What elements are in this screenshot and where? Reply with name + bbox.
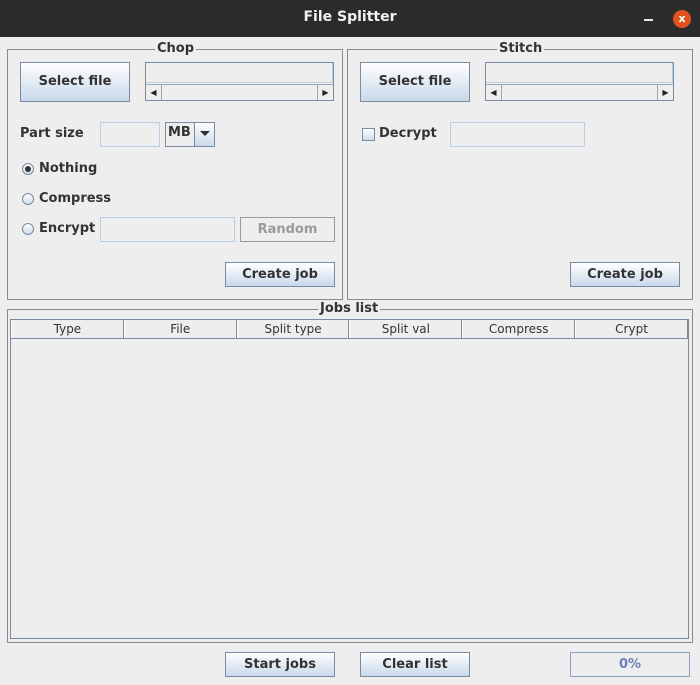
unit-select-value: MB: [168, 125, 191, 140]
progress-bar: 0%: [570, 652, 690, 677]
minimize-icon[interactable]: [644, 19, 653, 21]
chop-file-path-field[interactable]: ◀ ▶: [145, 62, 334, 101]
stitch-file-path-text[interactable]: [486, 63, 673, 83]
column-header-type[interactable]: Type: [11, 320, 124, 338]
stitch-select-file-button[interactable]: Select file: [360, 62, 470, 102]
column-header-split-type[interactable]: Split type: [236, 320, 350, 338]
radio-compress-label[interactable]: Compress: [39, 191, 111, 206]
window-title: File Splitter: [303, 9, 397, 25]
jobs-table-header: Type File Split type Split val Compress …: [11, 320, 688, 339]
part-size-input[interactable]: [100, 122, 160, 147]
chop-file-path-text[interactable]: [146, 63, 333, 83]
stitch-file-scrollbar[interactable]: ◀ ▶: [486, 84, 673, 100]
radio-compress[interactable]: [22, 193, 34, 205]
close-icon[interactable]: x: [673, 10, 691, 28]
chop-file-scrollbar[interactable]: ◀ ▶: [146, 84, 333, 100]
start-jobs-button[interactable]: Start jobs: [225, 652, 335, 677]
unit-select[interactable]: MB: [165, 122, 215, 147]
stitch-create-job-button[interactable]: Create job: [570, 262, 680, 287]
chevron-down-icon[interactable]: [194, 123, 214, 146]
encrypt-key-input[interactable]: [100, 217, 235, 242]
column-header-file[interactable]: File: [123, 320, 237, 338]
column-header-compress[interactable]: Compress: [462, 320, 576, 338]
radio-encrypt[interactable]: [22, 223, 34, 235]
jobs-table[interactable]: Type File Split type Split val Compress …: [10, 319, 689, 639]
chop-legend: Chop: [155, 41, 197, 57]
decrypt-key-input[interactable]: [450, 122, 585, 147]
chop-create-job-button[interactable]: Create job: [225, 262, 335, 287]
jobs-legend: Jobs list: [318, 301, 381, 317]
stitch-file-path-field[interactable]: ◀ ▶: [485, 62, 674, 101]
column-header-split-val[interactable]: Split val: [349, 320, 463, 338]
scroll-left-icon[interactable]: ◀: [486, 85, 502, 100]
radio-encrypt-label[interactable]: Encrypt: [39, 221, 95, 236]
stitch-legend: Stitch: [497, 41, 545, 57]
scroll-right-icon[interactable]: ▶: [317, 85, 333, 100]
scroll-right-icon[interactable]: ▶: [657, 85, 673, 100]
title-bar: File Splitter x: [0, 0, 700, 37]
decrypt-checkbox[interactable]: [362, 128, 375, 141]
radio-nothing-label[interactable]: Nothing: [39, 161, 97, 176]
scroll-left-icon[interactable]: ◀: [146, 85, 162, 100]
radio-nothing[interactable]: [22, 163, 34, 175]
clear-list-button[interactable]: Clear list: [360, 652, 470, 677]
column-header-crypt[interactable]: Crypt: [575, 320, 688, 338]
random-key-button[interactable]: Random: [240, 217, 335, 242]
decrypt-label[interactable]: Decrypt: [379, 126, 437, 141]
chop-select-file-button[interactable]: Select file: [20, 62, 130, 102]
part-size-label: Part size: [20, 126, 84, 141]
